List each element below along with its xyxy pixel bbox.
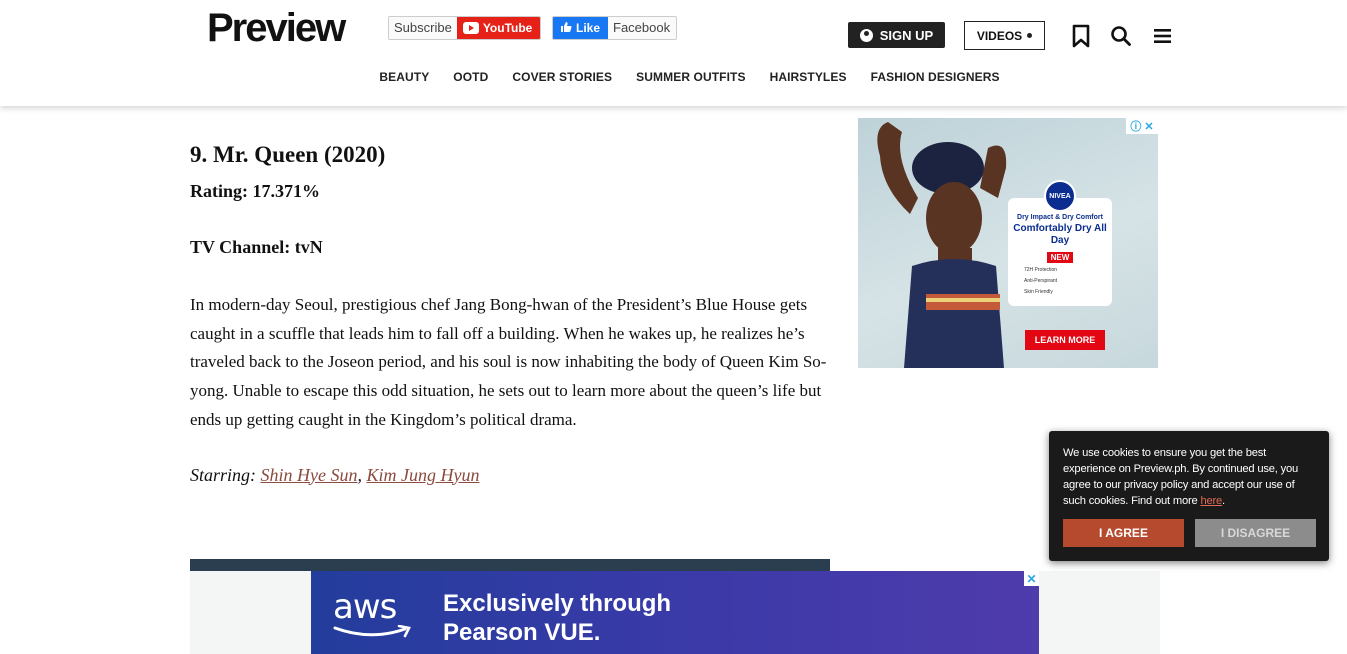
side-advertisement[interactable]: ⓘ ✕ Dry Impact & Dry Comfort Comfortably…: [858, 118, 1158, 368]
nav-item-cover-stories[interactable]: COVER STORIES: [512, 70, 612, 84]
youtube-label: YouTube: [482, 21, 533, 35]
videos-label: VIDEOS: [976, 28, 1023, 43]
youtube-button[interactable]: YouTube: [456, 17, 541, 39]
sign-up-label: SIGN UP: [879, 27, 934, 43]
starring-line: Starring: Shin Hye Sun, Kim Jung Hyun: [190, 465, 830, 486]
cookie-buttons: I AGREE I DISAGREE: [1063, 519, 1316, 547]
cast-separator: ,: [357, 464, 363, 485]
menu-icon[interactable]: [1152, 24, 1174, 48]
like-label: Like: [576, 21, 601, 35]
facebook-like-widget[interactable]: Like Facebook: [552, 16, 678, 40]
thumbs-up-icon: [561, 22, 572, 32]
article-section-title: 9. Mr. Queen (2020): [190, 142, 386, 167]
videos-button[interactable]: VIDEOS: [964, 21, 1045, 50]
channel-text: TV Channel: tvN: [190, 237, 323, 257]
ad-close-icon[interactable]: ✕: [1024, 571, 1039, 586]
youtube-subscribe-widget[interactable]: Subscribe YouTube: [388, 16, 542, 40]
nivea-product-card: Dry Impact & Dry Comfort Comfortably Dry…: [1008, 198, 1112, 306]
ad-choices[interactable]: ⓘ ✕: [1126, 118, 1158, 134]
cast-link[interactable]: Kim Jung Hyun: [367, 465, 480, 485]
ad-tagline-line2: Pearson VUE.: [443, 619, 601, 646]
sign-up-button[interactable]: SIGN UP: [848, 22, 945, 48]
rating-text: Rating: 17.371%: [190, 181, 320, 201]
nivea-feature: 72H Protection: [1024, 267, 1058, 273]
nivea-line2: Comfortably Dry All Day: [1013, 223, 1107, 246]
facebook-label: Facebook: [608, 17, 677, 39]
nav-item-hairstyles[interactable]: HAIRSTYLES: [770, 70, 847, 84]
cookie-here-link[interactable]: here: [1200, 495, 1222, 507]
ad-tagline-line1: Exclusively through: [443, 590, 672, 617]
site-header: Preview Subscribe YouTube Like Facebook …: [0, 0, 1347, 106]
nivea-new-badge: NEW: [1046, 252, 1074, 263]
nav-item-summer-outfits[interactable]: SUMMER OUTFITS: [636, 70, 745, 84]
nivea-feature: Anti-Perspirant: [1024, 278, 1058, 284]
ad-tagline: Exclusively through Pearson VUE.: [443, 589, 671, 647]
youtube-play-icon: [462, 22, 479, 34]
nav-item-fashion-designers[interactable]: FASHION DESIGNERS: [871, 70, 1000, 84]
site-logo[interactable]: Preview: [207, 6, 346, 51]
agree-button[interactable]: I AGREE: [1063, 519, 1184, 547]
aws-logo: aws: [333, 587, 397, 627]
disagree-button[interactable]: I DISAGREE: [1195, 519, 1316, 547]
nivea-logo: NIVEA: [1044, 180, 1076, 212]
user-icon: [859, 28, 873, 42]
nivea-feature: Skin Friendly: [1024, 289, 1053, 295]
ad-close-icon[interactable]: ✕: [1144, 120, 1153, 133]
cast-link[interactable]: Shin Hye Sun: [261, 465, 358, 485]
cookie-text: We use cookies to ensure you get the bes…: [1063, 447, 1299, 507]
cookie-message: We use cookies to ensure you get the bes…: [1063, 447, 1299, 507]
live-dot-icon: [1027, 33, 1033, 38]
article-content: 9. Mr. Queen (2020) Rating: 17.371% TV C…: [190, 140, 830, 486]
nav-item-beauty[interactable]: BEAUTY: [379, 70, 429, 84]
bookmark-icon[interactable]: [1070, 24, 1092, 48]
nivea-line1: Dry Impact & Dry Comfort: [1017, 214, 1103, 221]
aws-smile-icon: [333, 625, 411, 638]
facebook-like-button[interactable]: Like: [553, 17, 609, 39]
article-paragraph: In modern-day Seoul, prestigious chef Ja…: [190, 295, 827, 429]
nav-item-ootd[interactable]: OOTD: [453, 70, 488, 84]
starring-label: Starring:: [190, 464, 257, 485]
search-icon[interactable]: [1110, 24, 1132, 48]
main-nav: BEAUTY OOTD COVER STORIES SUMMER OUTFITS…: [0, 70, 1347, 84]
bottom-advertisement[interactable]: aws Exclusively through Pearson VUE. ✕: [311, 571, 1039, 654]
subscribe-label[interactable]: Subscribe: [389, 17, 457, 39]
learn-more-button[interactable]: LEARN MORE: [1025, 330, 1105, 350]
cookie-consent-banner: We use cookies to ensure you get the bes…: [1049, 431, 1329, 561]
ad-info-icon[interactable]: ⓘ: [1130, 118, 1141, 134]
